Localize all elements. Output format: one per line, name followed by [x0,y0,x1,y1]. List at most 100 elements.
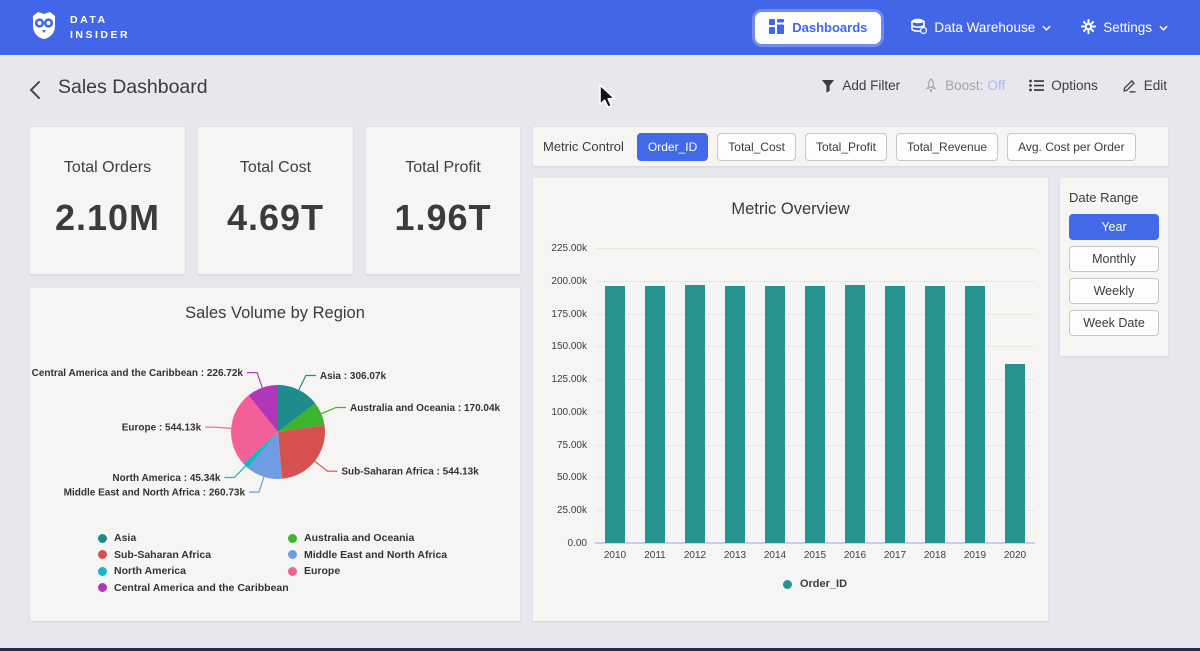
date-range-option-monthly[interactable]: Monthly [1069,246,1159,272]
chevron-left-icon [28,80,41,100]
nav-data-warehouse[interactable]: Data Warehouse [911,18,1051,37]
rocket-icon [924,78,938,93]
bar-2013[interactable] [725,286,745,543]
chevron-down-icon [1159,25,1168,31]
bar-2011[interactable] [645,286,665,543]
pie-slice-sub-saharan-africa[interactable] [278,425,325,479]
bar-chart-x-axis: 2010201120122013201420152016201720182019… [595,550,1035,561]
kpi-label: Total Orders [64,159,151,177]
y-tick-label: 25.00k [533,505,587,516]
metric-option-total-profit[interactable]: Total_Profit [805,133,887,161]
legend-item-australia-and-oceania[interactable]: Australia and Oceania [288,532,414,544]
top-navbar: DATA INSIDER Dashboards [0,0,1200,55]
pie-label-line [315,461,338,471]
add-filter-button[interactable]: Add Filter [821,78,900,93]
kpi-card-total-cost: Total Cost 4.69T [198,127,353,274]
bar-2015[interactable] [805,286,825,543]
legend-dot [98,534,107,543]
bar-2017[interactable] [885,286,905,543]
y-tick-label: 100.00k [533,407,587,418]
pie-chart[interactable]: Asia : 306.07kAustralia and Oceania : 17… [30,336,520,530]
legend-item-asia[interactable]: Asia [98,532,136,544]
nav-settings[interactable]: Settings [1081,19,1168,37]
y-tick-label: 175.00k [533,309,587,320]
legend-item-sub-saharan-africa[interactable]: Sub-Saharan Africa [98,549,211,561]
legend-dot [288,567,297,576]
owl-logo-icon [28,9,60,46]
sales-volume-card: Sales Volume by Region Asia : 306.07kAus… [30,288,520,621]
y-tick-label: 75.00k [533,440,587,451]
date-range-option-week-date[interactable]: Week Date [1069,310,1159,336]
brand-logo[interactable]: DATA INSIDER [28,9,130,46]
kpi-value: 1.96T [394,197,491,239]
navbar-menu: Dashboards Data Warehouse [755,12,1168,44]
legend-label: Europe [304,565,340,577]
edit-button[interactable]: Edit [1122,78,1167,93]
nav-dashboards-button[interactable]: Dashboards [755,12,881,44]
list-icon [1029,79,1044,92]
bar-2020[interactable] [1005,364,1025,543]
x-tick-label: 2017 [875,550,915,561]
x-tick-label: 2012 [675,550,715,561]
boost-label: Boost: [945,78,983,93]
pie-label-middle-east-and-north-africa: Middle East and North Africa : 260.73k [64,488,246,499]
kpi-label: Total Profit [405,159,481,177]
nav-settings-label: Settings [1103,20,1152,35]
bar-chart-legend[interactable]: Order_ID [595,578,1035,590]
y-tick-label: 200.00k [533,276,587,287]
bar-2018[interactable] [925,286,945,543]
x-tick-label: 2013 [715,550,755,561]
legend-item-central-america-and-the-caribbean[interactable]: Central America and the Caribbean [98,582,289,594]
bar-2016[interactable] [845,285,865,543]
bar-2019[interactable] [965,286,985,543]
x-tick-label: 2020 [995,550,1035,561]
metric-option-order-id[interactable]: Order_ID [637,133,708,161]
pie-label-europe: Europe : 544.13k [122,423,202,434]
pie-label-central-america-and-the-caribbean: Central America and the Caribbean : 226.… [32,368,244,379]
legend-dot [98,550,107,559]
legend-item-middle-east-and-north-africa[interactable]: Middle East and North Africa [288,549,447,561]
kpi-label: Total Cost [240,159,311,177]
boost-toggle[interactable]: Boost: Off [924,78,1005,93]
x-tick-label: 2018 [915,550,955,561]
metric-option-total-cost[interactable]: Total_Cost [717,133,796,161]
x-tick-label: 2014 [755,550,795,561]
bar-2014[interactable] [765,286,785,543]
back-button[interactable] [28,80,41,103]
pie-label-line [205,427,231,428]
bar-chart-title: Metric Overview [533,200,1048,219]
metric-overview-card: Metric Overview 0.0025.00k50.00k75.00k10… [533,178,1048,621]
pie-label-line [299,376,316,390]
bar-2010[interactable] [605,286,625,543]
date-range-option-weekly[interactable]: Weekly [1069,278,1159,304]
options-button[interactable]: Options [1029,78,1098,93]
legend-dot [98,583,107,592]
legend-label: North America [114,565,186,577]
nav-dashboards-label: Dashboards [792,20,867,35]
sales-dashboard-page: DATA INSIDER Dashboards [0,0,1200,651]
bar-2012[interactable] [685,285,705,543]
x-tick-label: 2016 [835,550,875,561]
metric-control-label: Metric Control [543,139,624,154]
y-tick-label: 50.00k [533,472,587,483]
x-tick-label: 2019 [955,550,995,561]
kpi-value: 2.10M [55,197,160,239]
legend-dot [98,567,107,576]
legend-item-europe[interactable]: Europe [288,565,340,577]
legend-item-north-america[interactable]: North America [98,565,186,577]
legend-label: Australia and Oceania [304,532,414,544]
metric-option-avg-cost-per-order[interactable]: Avg. Cost per Order [1007,133,1136,161]
pie-label-line [321,408,346,414]
metric-control-options: Order_ID Total_Cost Total_Profit Total_Reve… [637,133,1136,161]
legend-dot [288,534,297,543]
x-tick-label: 2015 [795,550,835,561]
date-range-label: Date Range [1069,190,1159,205]
filter-icon [821,79,835,93]
header-toolbar: Add Filter Boost: Off [821,78,1167,93]
legend-label: Central America and the Caribbean [114,582,289,594]
metric-option-total-revenue[interactable]: Total_Revenue [896,133,998,161]
x-tick-label: 2011 [635,550,675,561]
date-range-option-year[interactable]: Year [1069,214,1159,240]
legend-label: Sub-Saharan Africa [114,549,211,561]
y-tick-label: 150.00k [533,341,587,352]
